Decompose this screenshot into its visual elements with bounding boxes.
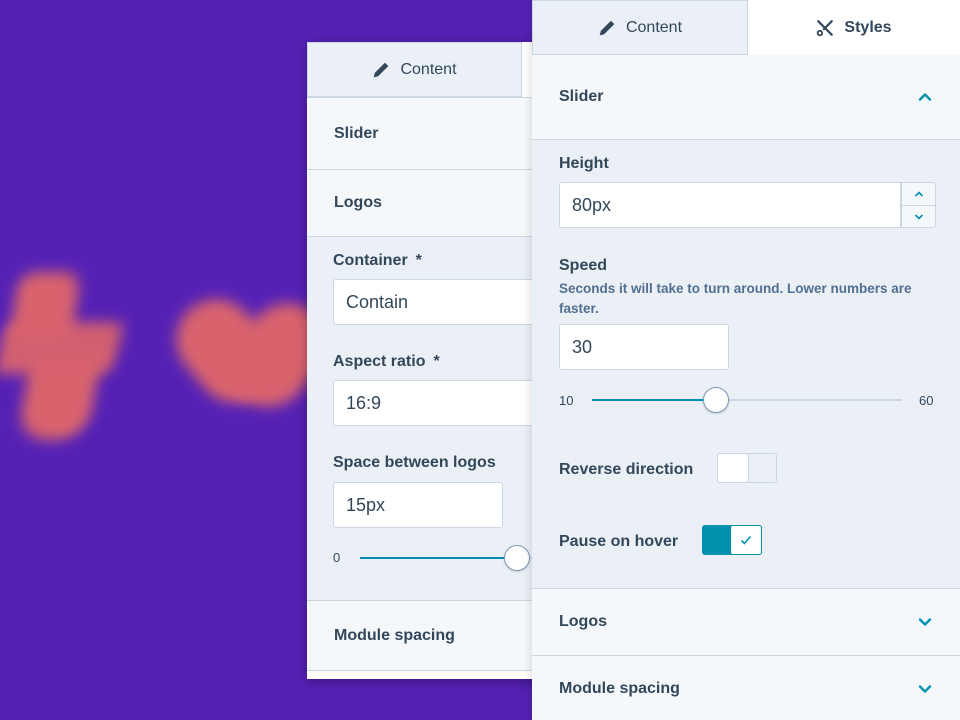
- module-spacing-section-header[interactable]: Module spacing: [532, 656, 960, 720]
- slider-section-title: Slider: [334, 124, 379, 142]
- pause-on-hover-label: Pause on hover: [559, 533, 679, 550]
- styles-panel: Content Styles Slider Height 80px Speed: [532, 0, 960, 720]
- module-spacing-section-header[interactable]: Module spacing: [307, 601, 547, 671]
- content-panel: Content Slider Logos Container * Contain …: [307, 42, 547, 679]
- aspect-ratio-label: Aspect ratio *: [333, 353, 440, 370]
- tab-styles[interactable]: Styles: [748, 0, 960, 55]
- speed-help-text: Seconds it will take to turn around. Low…: [559, 281, 912, 316]
- pencil-icon: [599, 20, 615, 35]
- logo-shape-bolt: [16, 356, 102, 440]
- logos-section-header[interactable]: Logos: [532, 589, 960, 656]
- reverse-direction-label: Reverse direction: [559, 461, 694, 478]
- space-between-logos-input[interactable]: 15px: [333, 482, 503, 528]
- logos-section-title: Logos: [559, 613, 607, 630]
- speed-label: Speed: [559, 257, 608, 274]
- space-range-min: 0: [333, 550, 341, 565]
- styles-panel-tabs: Content Styles: [532, 0, 960, 55]
- chevron-down-icon[interactable]: [917, 681, 933, 697]
- height-increment-button[interactable]: [902, 183, 935, 205]
- speed-slider-track[interactable]: [592, 387, 902, 413]
- height-stepper: [901, 182, 936, 228]
- slider-section-title: Slider: [559, 88, 604, 105]
- tab-content-label: Content: [400, 60, 457, 78]
- space-slider-fill: [360, 557, 517, 559]
- scissors-icon: [817, 19, 834, 36]
- logos-section-title: Logos: [334, 194, 382, 211]
- module-spacing-section-title: Module spacing: [559, 680, 680, 697]
- toggle-thumb: [730, 525, 762, 555]
- tab-content-label: Content: [625, 18, 683, 36]
- chevron-up-icon[interactable]: [917, 89, 933, 105]
- slider-section-header[interactable]: Slider: [307, 97, 547, 170]
- tab-content[interactable]: Content: [532, 0, 748, 55]
- chevron-down-icon: [914, 213, 923, 220]
- chevron-down-icon[interactable]: [917, 614, 933, 630]
- slider-section-body: Height 80px Speed Seconds it will take t…: [532, 140, 960, 589]
- toggle-thumb: [717, 453, 749, 483]
- reverse-direction-toggle[interactable]: [717, 453, 777, 483]
- speed-slider-fill: [592, 399, 716, 401]
- container-select[interactable]: Contain: [333, 279, 547, 325]
- aspect-ratio-select[interactable]: 16:9: [333, 380, 547, 426]
- speed-range-min: 10: [559, 393, 574, 408]
- tab-content[interactable]: Content: [307, 42, 522, 97]
- speed-input[interactable]: 30: [559, 324, 729, 370]
- container-label: Container *: [333, 252, 422, 269]
- height-decrement-button[interactable]: [902, 205, 935, 227]
- pencil-icon: [374, 62, 389, 77]
- check-icon: [740, 535, 752, 545]
- tab-styles-label: Styles: [844, 18, 892, 36]
- height-label: Height: [559, 155, 609, 172]
- content-panel-tabs: Content: [307, 42, 547, 97]
- chevron-up-icon: [914, 191, 923, 197]
- speed-slider-handle[interactable]: [703, 387, 729, 413]
- space-between-logos-label: Space between logos: [333, 454, 496, 471]
- height-input[interactable]: 80px: [559, 182, 901, 228]
- speed-range-max: 60: [919, 393, 934, 408]
- module-spacing-section-title: Module spacing: [334, 626, 455, 644]
- space-slider-track[interactable]: [360, 545, 547, 571]
- logos-section-header[interactable]: Logos: [307, 170, 547, 237]
- slider-section-header[interactable]: Slider: [532, 55, 960, 140]
- space-slider-handle[interactable]: [504, 545, 530, 571]
- logos-section-body: Container * Contain Aspect ratio * 16:9 Sp…: [307, 237, 547, 601]
- pause-on-hover-toggle[interactable]: [702, 525, 762, 555]
